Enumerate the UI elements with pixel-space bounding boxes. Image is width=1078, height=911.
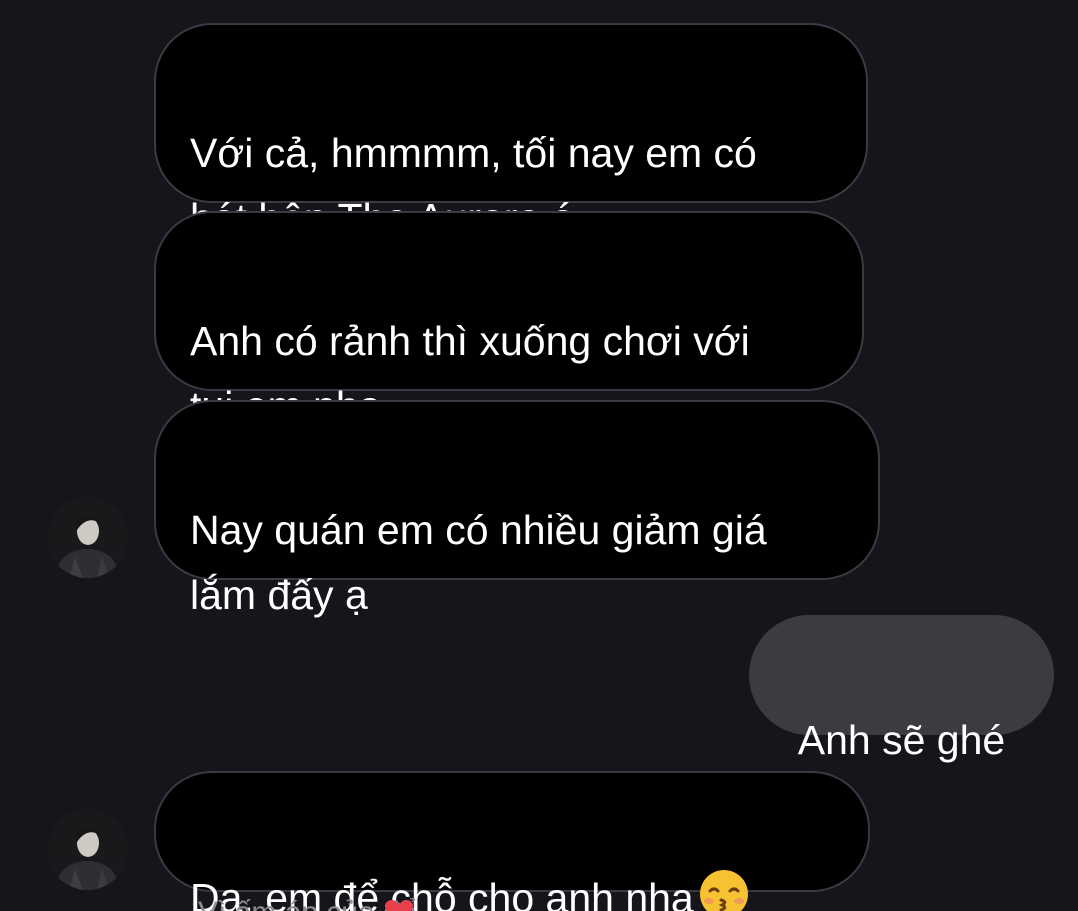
message-bubble-outgoing[interactable]: Anh sẽ ghé [749,615,1054,763]
person-photo-icon [47,497,128,578]
chat-thread: Với cả, hmmmm, tối nay em có hát bên The… [0,0,1078,911]
message-bubble-incoming[interactable]: Với cả, hmmmm, tối nay em có hát bên The… [154,23,868,241]
message-bubble-incoming[interactable]: Anh có rảnh thì xuống chơi với tụi em nh… [154,211,864,429]
person-photo-icon [47,809,128,890]
message-bubble-incoming[interactable]: Dạ, em để chỗ cho anh nha [154,771,870,911]
contact-avatar[interactable] [47,497,128,578]
heart-reaction-icon [384,900,414,911]
contact-avatar[interactable] [47,809,128,890]
message-bubble-incoming[interactable]: Nay quán em có nhiều giảm giá lắm đấy ạ [154,400,880,618]
kissing-face-with-closed-eyes-icon [698,868,750,911]
message-text: Anh sẽ ghé [797,717,1006,763]
message-text: Nay quán em có nhiều giảm giá lắm đấy ạ [190,507,767,618]
